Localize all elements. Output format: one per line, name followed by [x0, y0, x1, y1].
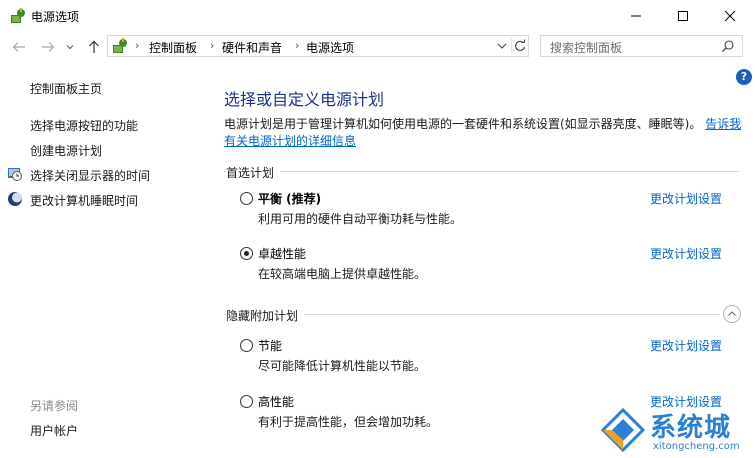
control-panel-icon: [111, 37, 129, 55]
change-plan-settings-ultimate[interactable]: 更改计划设置: [650, 245, 722, 262]
plan-desc-ultimate: 在较高端电脑上提供卓越性能。: [258, 265, 426, 282]
address-dropdown-icon[interactable]: [495, 39, 509, 53]
page-title: 选择或自定义电源计划: [224, 86, 384, 110]
plan-radio-balanced[interactable]: [240, 192, 253, 205]
search-placeholder: 搜索控制面板: [550, 39, 622, 56]
plan-desc-balanced: 利用可用的硬件自动平衡功耗与性能。: [258, 210, 462, 227]
close-icon: [724, 10, 736, 22]
arrow-right-icon: [41, 41, 55, 53]
description-line-2: 有关电源计划的详细信息: [224, 132, 356, 149]
up-button[interactable]: [84, 38, 104, 56]
chevron-down-icon: [66, 44, 74, 50]
sidebar-sleep-time[interactable]: 更改计算机睡眠时间: [30, 192, 138, 209]
plan-radio-power-saver[interactable]: [240, 339, 253, 352]
group-divider: [224, 171, 739, 172]
power-plan-info-link[interactable]: 有关电源计划的详细信息: [224, 134, 356, 148]
sidebar-power-button-function[interactable]: 选择电源按钮的功能: [30, 117, 138, 134]
address-bar[interactable]: › 控制面板 › 硬件和声音 › 电源选项: [107, 35, 529, 57]
breadcrumb-control-panel[interactable]: 控制面板: [149, 39, 197, 56]
display-clock-icon: [7, 166, 23, 182]
change-plan-settings-balanced[interactable]: 更改计划设置: [650, 190, 722, 207]
forward-button[interactable]: [38, 38, 58, 56]
plan-radio-ultimate[interactable]: [240, 247, 253, 260]
plan-radio-high-performance[interactable]: [240, 395, 253, 408]
breadcrumb-power-options[interactable]: 电源选项: [306, 39, 354, 56]
site-watermark: 系统城 xitongcheng.com: [600, 405, 755, 458]
collapse-hidden-plans-button[interactable]: [723, 305, 741, 323]
description-line: 电源计划是用于管理计算机如何使用电源的一套硬件和系统设置(如显示器亮度、睡眠等)…: [224, 115, 741, 132]
title-bar: 电源选项: [0, 0, 755, 32]
minimize-icon: [630, 10, 642, 22]
sleep-moon-icon: [7, 191, 23, 207]
watermark-url: xitongcheng.com: [653, 441, 740, 452]
breadcrumb-separator: ›: [295, 39, 299, 52]
see-also-heading: 另请参阅: [30, 397, 78, 414]
refresh-icon[interactable]: [511, 38, 528, 54]
preferred-plans-label: 首选计划: [226, 164, 280, 181]
window-title: 电源选项: [31, 8, 79, 25]
breadcrumb-separator: ›: [135, 39, 139, 52]
plan-name-power-saver[interactable]: 节能: [258, 337, 282, 354]
close-button[interactable]: [707, 0, 753, 32]
recent-locations-button[interactable]: [64, 38, 76, 56]
hidden-plans-label: 隐藏附加计划: [226, 307, 304, 324]
minimize-button[interactable]: [613, 0, 659, 32]
sidebar-display-off-time[interactable]: 选择关闭显示器的时间: [30, 167, 150, 184]
arrow-left-icon: [12, 41, 26, 53]
plan-desc-high-performance: 有利于提高性能，但会增加功耗。: [258, 413, 438, 430]
sidebar-user-accounts[interactable]: 用户帐户: [30, 422, 78, 439]
maximize-button[interactable]: [660, 0, 706, 32]
plan-name-ultimate[interactable]: 卓越性能: [258, 245, 306, 262]
description-text: 电源计划是用于管理计算机如何使用电源的一套硬件和系统设置(如显示器亮度、睡眠等)…: [224, 117, 701, 131]
breadcrumb-hardware-sound[interactable]: 硬件和声音: [222, 39, 282, 56]
maximize-icon: [677, 10, 689, 22]
plan-name-balanced[interactable]: 平衡 (推荐): [258, 190, 321, 207]
power-options-icon: [9, 7, 27, 25]
help-icon[interactable]: ?: [736, 69, 752, 85]
sidebar-control-panel-home[interactable]: 控制面板主页: [30, 80, 102, 97]
plan-name-high-performance[interactable]: 高性能: [258, 393, 294, 410]
search-icon[interactable]: [721, 39, 735, 53]
sidebar-create-power-plan[interactable]: 创建电源计划: [30, 142, 102, 159]
chevron-up-icon: [724, 306, 740, 322]
watermark-name: 系统城: [650, 407, 731, 444]
breadcrumb-separator: ›: [210, 39, 214, 52]
change-plan-settings-power-saver[interactable]: 更改计划设置: [650, 337, 722, 354]
tell-me-link[interactable]: 告诉我: [705, 117, 741, 131]
watermark-logo-icon: [600, 407, 646, 453]
arrow-up-icon: [88, 40, 100, 54]
search-input[interactable]: 搜索控制面板: [540, 35, 743, 57]
plan-desc-power-saver: 尽可能降低计算机性能以节能。: [258, 357, 426, 374]
back-button[interactable]: [9, 38, 29, 56]
